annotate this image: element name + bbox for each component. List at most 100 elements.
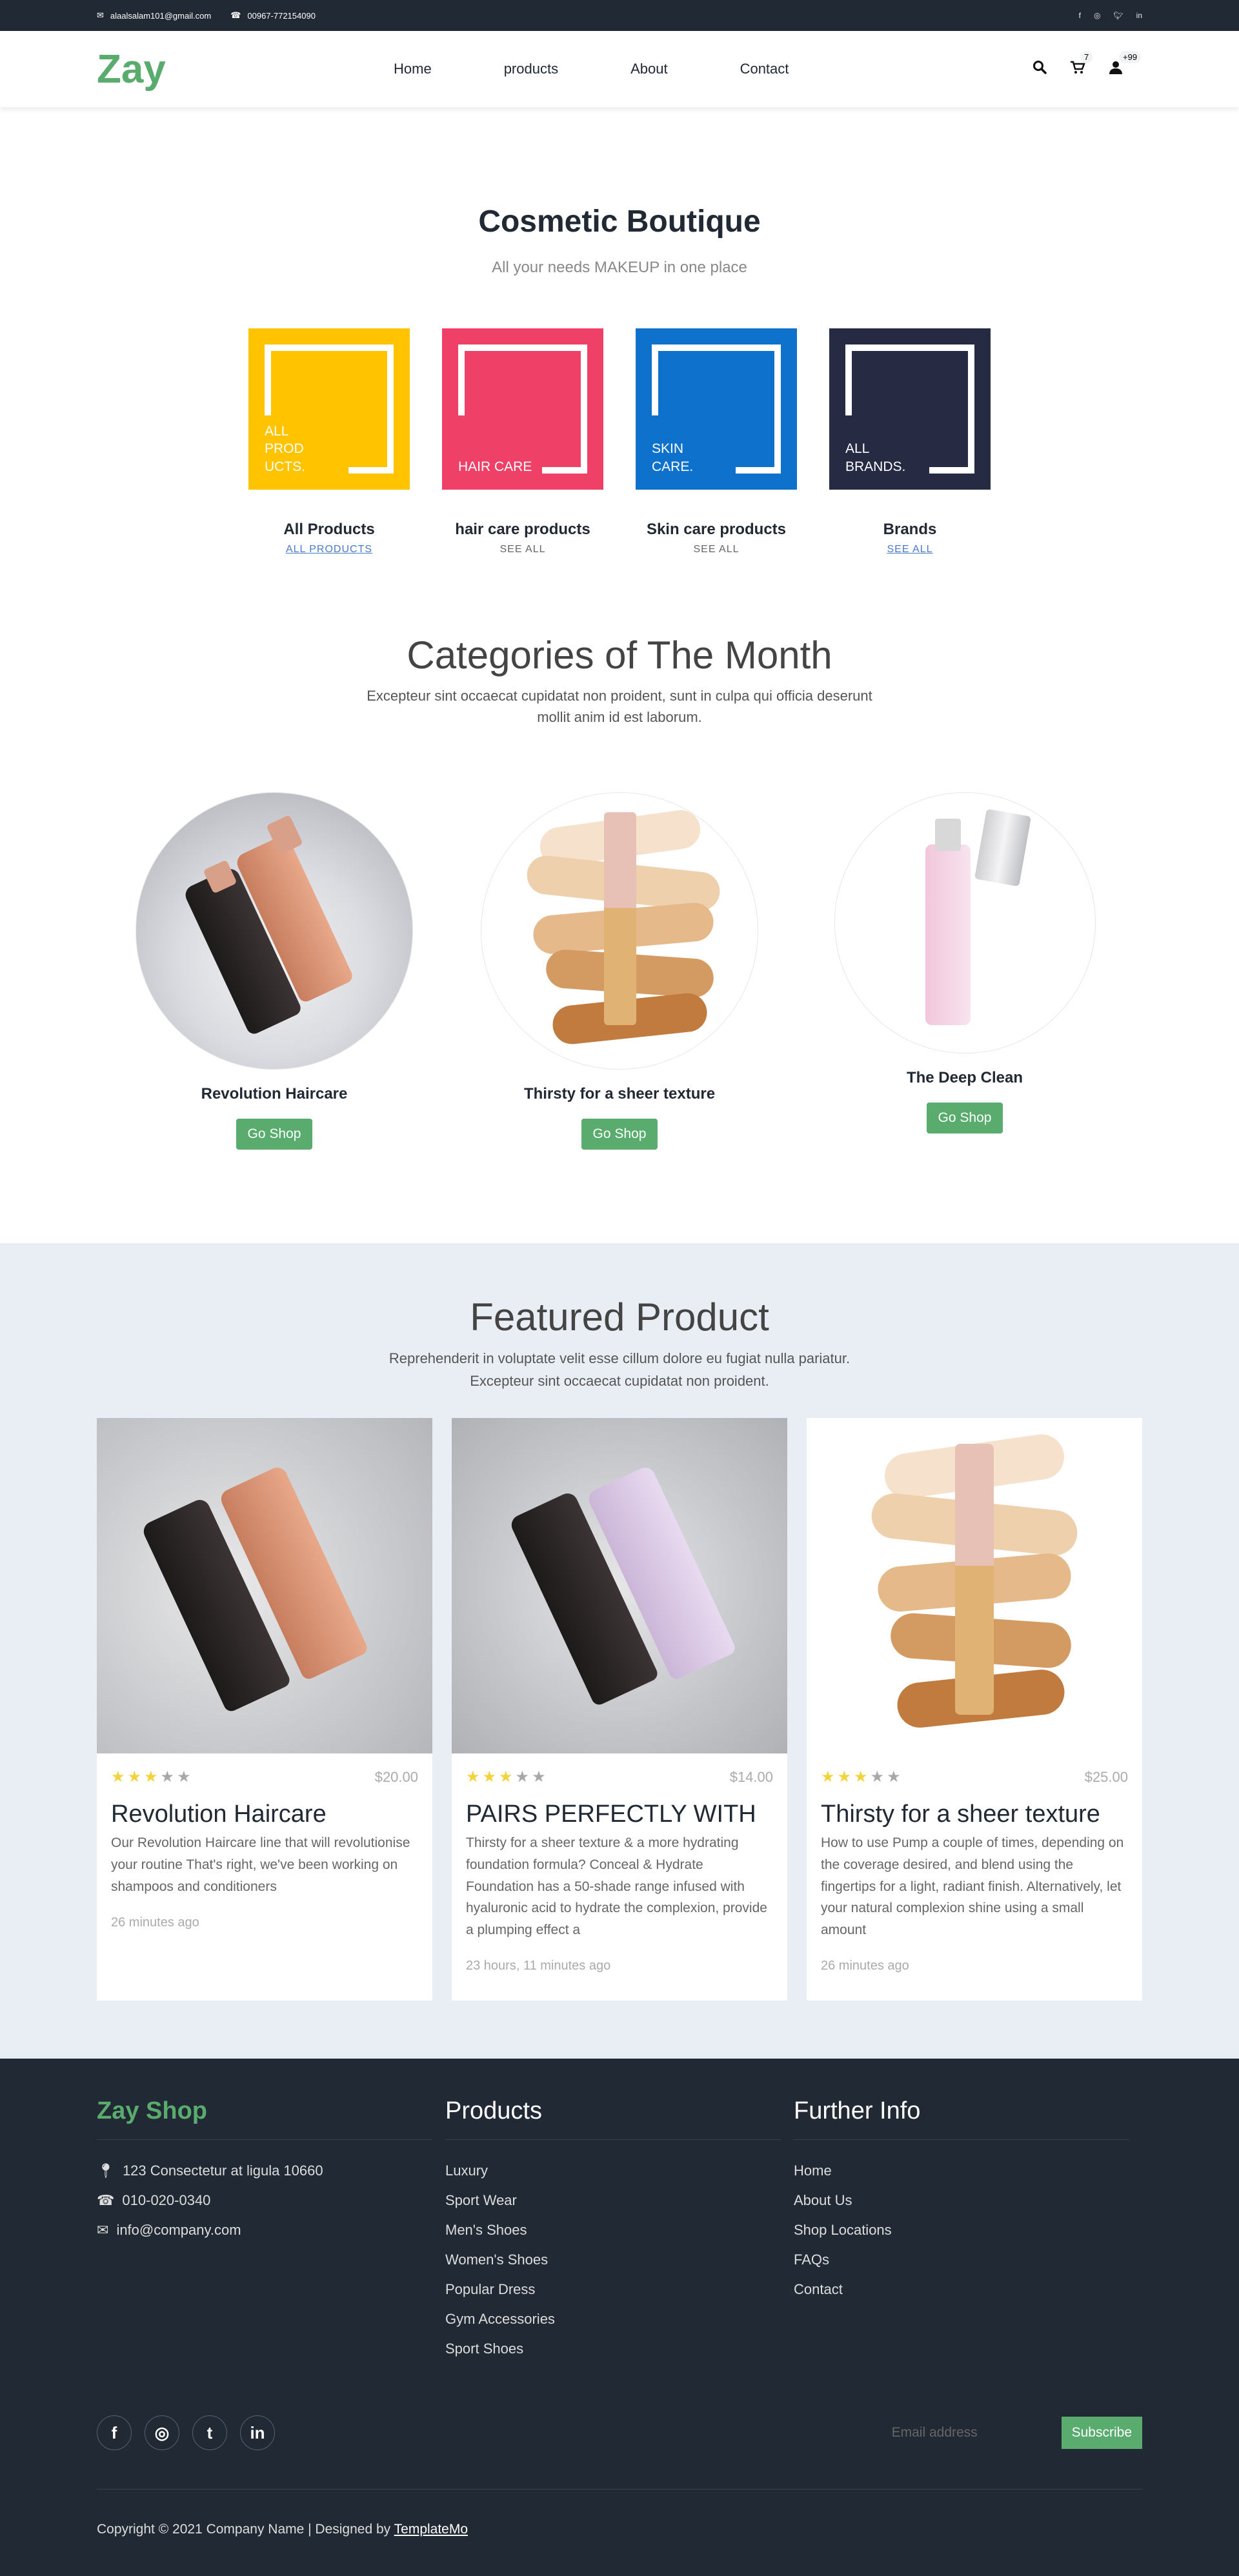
footer-address: 📍︎ 123 Consectetur at ligula 10660 bbox=[97, 2156, 445, 2186]
hero-subtitle: All your needs MAKEUP in one place bbox=[492, 259, 747, 276]
product-name[interactable]: Thirsty for a sheer texture bbox=[821, 1801, 1128, 1828]
go-shop-button[interactable]: Go Shop bbox=[926, 1103, 1003, 1133]
footer-info-title: Further Info bbox=[794, 2097, 1129, 2141]
instagram-icon[interactable]: ◎ bbox=[145, 2415, 179, 2451]
footer-bottom: f ◎ t in Subscribe bbox=[97, 2415, 1142, 2490]
category-item: Thirsty for a sheer texture Go Shop bbox=[481, 792, 758, 1150]
tile-link[interactable]: SEE ALL bbox=[829, 544, 991, 555]
nav-menu: Home products About Contact bbox=[394, 61, 789, 77]
tile-title: Brands bbox=[883, 521, 937, 538]
instagram-icon[interactable]: ◎ bbox=[1094, 11, 1100, 20]
tile-hair-care-box[interactable]: HAIR CARE bbox=[442, 328, 603, 490]
envelope-icon: ✉ bbox=[97, 10, 104, 20]
product-description: Our Revolution Haircare line that will r… bbox=[111, 1835, 410, 1894]
footer-info-link[interactable]: About Us bbox=[794, 2186, 1142, 2215]
tile-skin-care-box[interactable]: SKIN CARE. bbox=[636, 328, 797, 490]
top-phone[interactable]: ☎ 00967-772154090 bbox=[230, 10, 316, 21]
copyright: Copyright © 2021 Company Name | Designed… bbox=[97, 2522, 468, 2537]
product-description: How to use Pump a couple of times, depen… bbox=[821, 1835, 1124, 1937]
nav-products[interactable]: products bbox=[504, 61, 558, 77]
category-item: The Deep Clean Go Shop bbox=[826, 792, 1103, 1150]
top-bar: ✉ alaalsalam101@gmail.com ☎ 00967-772154… bbox=[0, 0, 1239, 31]
tile-label: ALL PROD UCTS. bbox=[265, 424, 305, 474]
linkedin-icon[interactable]: in bbox=[1136, 11, 1142, 20]
twitter-icon[interactable]: 🐦︎ bbox=[1113, 11, 1123, 20]
product-time: 26 minutes ago bbox=[821, 1959, 909, 1973]
footer-contact: Zay Shop 📍︎ 123 Consectetur at ligula 106… bbox=[97, 2097, 445, 2364]
tile-link[interactable]: SEE ALL bbox=[442, 544, 603, 555]
facebook-icon[interactable]: f bbox=[1079, 11, 1081, 20]
hero-title: Cosmetic Boutique bbox=[478, 205, 761, 239]
top-email[interactable]: ✉ alaalsalam101@gmail.com bbox=[97, 10, 211, 21]
product-time: 23 hours, 11 minutes ago bbox=[466, 1959, 611, 1973]
category-item: Revolution Haircare Go Shop bbox=[136, 792, 413, 1150]
search-icon[interactable] bbox=[1032, 60, 1047, 78]
nav-contact[interactable]: Contact bbox=[740, 61, 789, 77]
footer-product-link[interactable]: Popular Dress bbox=[445, 2275, 794, 2304]
categories-title: Categories of The Month bbox=[407, 634, 832, 677]
rating-stars: ★★★★★ bbox=[821, 1768, 903, 1786]
product-description: Thirsty for a sheer texture & a more hyd… bbox=[466, 1835, 767, 1937]
tile-title: Skin care products bbox=[646, 521, 787, 538]
product-card[interactable]: ★★★★★ $14.00 PAIRS PERFECTLY WITH Thirst… bbox=[452, 1418, 787, 2001]
footer-products-title: Products bbox=[445, 2097, 781, 2141]
cart-button[interactable]: 7 bbox=[1070, 51, 1093, 78]
linkedin-icon[interactable]: in bbox=[240, 2415, 275, 2451]
category-image[interactable] bbox=[481, 792, 758, 1070]
go-shop-button[interactable]: Go Shop bbox=[236, 1119, 313, 1150]
product-name[interactable]: Revolution Haircare bbox=[111, 1801, 418, 1828]
footer-product-link[interactable]: Sport Shoes bbox=[445, 2334, 794, 2364]
tile-link[interactable]: SEE ALL bbox=[636, 544, 797, 555]
footer-product-link[interactable]: Luxury bbox=[445, 2156, 794, 2186]
tile-all-products-box[interactable]: ALL PROD UCTS. bbox=[248, 328, 410, 490]
footer-phone[interactable]: ☎ 010-020-0340 bbox=[97, 2186, 445, 2215]
product-card[interactable]: ★★★★★ $25.00 Thirsty for a sheer texture… bbox=[807, 1418, 1142, 2001]
category-name: The Deep Clean bbox=[906, 1069, 1023, 1086]
product-time: 26 minutes ago bbox=[111, 1915, 199, 1930]
logo[interactable]: Zay bbox=[97, 46, 394, 92]
phone-icon: ☎ bbox=[97, 2192, 115, 2209]
categories-subtitle: Excepteur sint occaecat cupidatat non pr… bbox=[367, 688, 872, 725]
footer-info-link[interactable]: Contact bbox=[794, 2275, 1142, 2304]
product-image[interactable] bbox=[97, 1418, 432, 1754]
footer-product-link[interactable]: Women's Shoes bbox=[445, 2245, 794, 2275]
product-price: $25.00 bbox=[1084, 1768, 1128, 1785]
tile-hair-care[interactable]: HAIR CARE hair care products SEE ALL bbox=[442, 328, 603, 555]
category-image[interactable] bbox=[136, 792, 413, 1070]
tile-link[interactable]: ALL PRODUCTS bbox=[248, 544, 410, 555]
category-name: Thirsty for a sheer texture bbox=[523, 1085, 716, 1103]
footer-info-link[interactable]: FAQs bbox=[794, 2245, 1142, 2275]
tile-brands-box[interactable]: ALL BRANDS. bbox=[829, 328, 991, 490]
nav-about[interactable]: About bbox=[630, 61, 668, 77]
tile-skin-care[interactable]: SKIN CARE. Skin care products SEE ALL bbox=[636, 328, 797, 555]
hero-section: Cosmetic Boutique All your needs MAKEUP … bbox=[0, 107, 1239, 555]
email-field[interactable] bbox=[883, 2417, 1062, 2450]
footer-info-link[interactable]: Home bbox=[794, 2156, 1142, 2186]
footer-email[interactable]: ✉ info@company.com bbox=[97, 2215, 445, 2245]
product-image[interactable] bbox=[807, 1418, 1142, 1754]
product-cards: ★★★★★ $20.00 Revolution Haircare Our Rev… bbox=[97, 1418, 1142, 2001]
tile-brands[interactable]: ALL BRANDS. Brands SEE ALL bbox=[829, 328, 991, 555]
product-image[interactable] bbox=[452, 1418, 787, 1754]
footer-product-link[interactable]: Sport Wear bbox=[445, 2186, 794, 2215]
user-icon bbox=[1109, 61, 1122, 74]
tile-label: HAIR CARE bbox=[458, 459, 532, 474]
category-image[interactable] bbox=[834, 792, 1096, 1053]
footer-product-link[interactable]: Gym Accessories bbox=[445, 2304, 794, 2334]
user-button[interactable]: +99 bbox=[1109, 51, 1142, 78]
nav-home[interactable]: Home bbox=[394, 61, 432, 77]
facebook-icon[interactable]: f bbox=[97, 2415, 132, 2451]
subscribe-button[interactable]: Subscribe bbox=[1061, 2417, 1142, 2450]
product-name[interactable]: PAIRS PERFECTLY WITH bbox=[466, 1801, 773, 1828]
designer-link[interactable]: TemplateMo bbox=[394, 2522, 468, 2537]
product-card[interactable]: ★★★★★ $20.00 Revolution Haircare Our Rev… bbox=[97, 1418, 432, 2001]
footer: Zay Shop 📍︎ 123 Consectetur at ligula 106… bbox=[0, 2059, 1239, 2576]
footer-product-link[interactable]: Men's Shoes bbox=[445, 2215, 794, 2245]
category-name: Revolution Haircare bbox=[201, 1085, 348, 1103]
footer-social: f ◎ t in bbox=[97, 2415, 275, 2451]
go-shop-button[interactable]: Go Shop bbox=[581, 1119, 658, 1150]
rating-stars: ★★★★★ bbox=[111, 1768, 194, 1786]
footer-info-link[interactable]: Shop Locations bbox=[794, 2215, 1142, 2245]
tile-all-products[interactable]: ALL PROD UCTS. All Products ALL PRODUCTS bbox=[248, 328, 410, 555]
twitter-icon[interactable]: t bbox=[192, 2415, 227, 2451]
